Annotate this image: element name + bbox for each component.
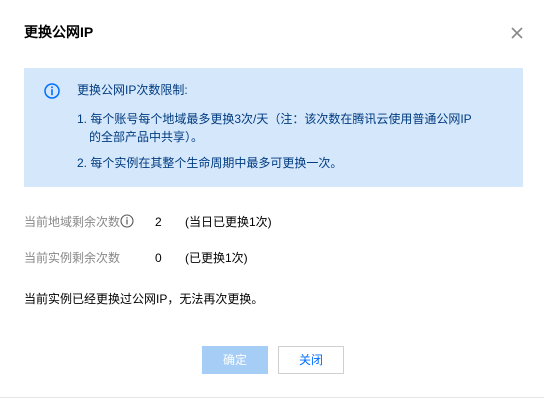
instance-remaining-value: 0 (155, 251, 162, 265)
change-public-ip-dialog: 更换公网IP 更换公网IP次数限制: 1. 每个账号每个地域最多更换3次/天（注… (0, 0, 544, 401)
confirm-button[interactable]: 确定 (202, 346, 268, 374)
info-item-1-line1: 1. 每个账号每个地域最多更换3次/天（注：该次数在腾讯云使用普通公网IP (77, 112, 472, 126)
divider (0, 397, 544, 398)
close-button[interactable]: 关闭 (278, 346, 344, 374)
info-item-1-line2: 的全部产品中共享）。 (89, 130, 204, 144)
close-icon[interactable] (510, 26, 524, 40)
dialog-title: 更换公网IP (24, 24, 94, 40)
notice-text: 当前实例已经更换过公网IP，无法再次更换。 (24, 292, 264, 306)
info-icon (44, 83, 60, 99)
region-remaining-value: 2 (155, 215, 162, 229)
region-remaining-label: 当前地域剩余次数 (24, 215, 121, 229)
info-alert: 更换公网IP次数限制: 1. 每个账号每个地域最多更换3次/天（注：该次数在腾讯… (24, 68, 523, 187)
instance-remaining-label: 当前实例剩余次数 (24, 251, 121, 265)
info-item-1: 1. 每个账号每个地域最多更换3次/天（注：该次数在腾讯云使用普通公网IP 的全… (77, 110, 472, 146)
instance-remaining-note: (已更换1次) (185, 251, 248, 265)
region-remaining-note: (当日已更换1次) (185, 215, 272, 229)
info-heading: 更换公网IP次数限制: (77, 83, 188, 97)
info-item-2: 2. 每个实例在其整个生命周期中最多可更换一次。 (77, 156, 343, 170)
help-icon[interactable] (120, 214, 134, 228)
